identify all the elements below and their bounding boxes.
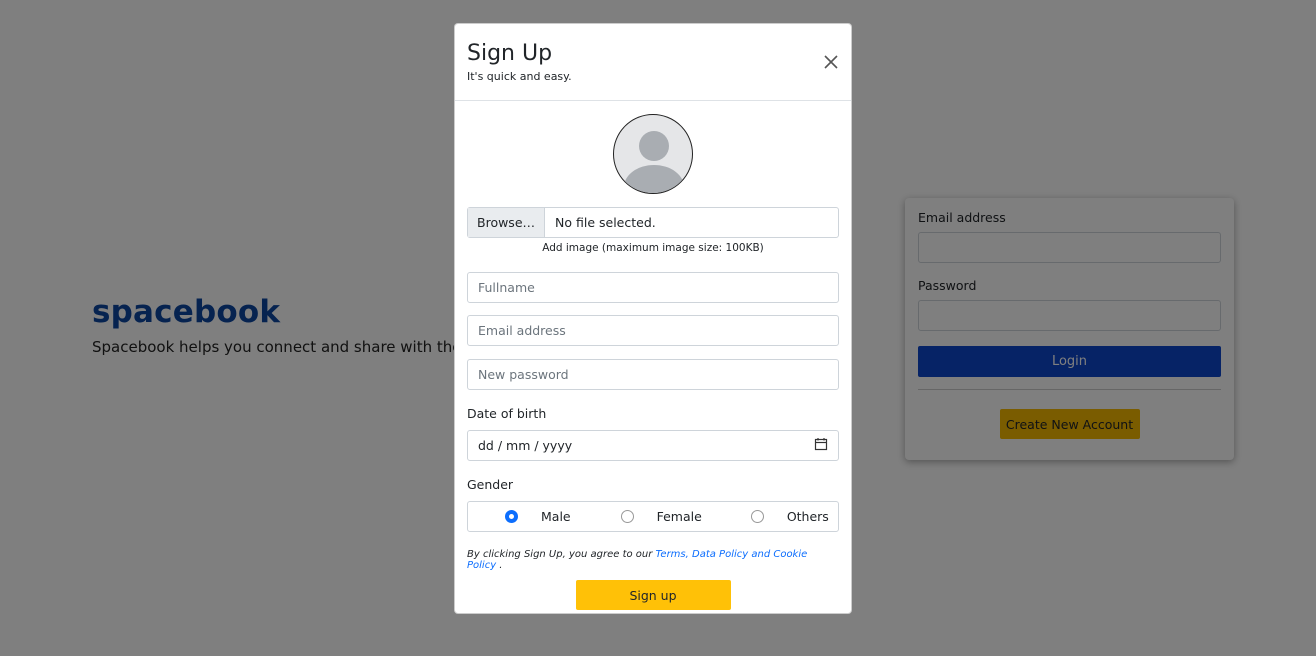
fullname-input[interactable]: Fullname xyxy=(467,272,839,303)
modal-title: Sign Up xyxy=(467,41,553,66)
gender-radio-male[interactable] xyxy=(505,510,518,523)
gender-radio-female[interactable] xyxy=(620,510,634,523)
modal-body: Browse… No file selected. Add image (max… xyxy=(455,101,851,623)
gender-radio-others[interactable] xyxy=(750,510,764,523)
fullname-placeholder: Fullname xyxy=(478,280,535,295)
terms-prefix: By clicking Sign Up, you agree to our xyxy=(467,549,656,560)
password-placeholder: New password xyxy=(478,367,569,382)
file-status: No file selected. xyxy=(555,215,656,230)
gender-label-female: Female xyxy=(656,509,702,524)
file-hint: Add image (maximum image size: 100KB) xyxy=(542,242,764,254)
email-placeholder: Email address xyxy=(478,323,566,338)
gender-label-male: Male xyxy=(541,509,571,524)
gender-label: Gender xyxy=(467,477,514,492)
browse-button[interactable]: Browse… xyxy=(468,208,546,237)
modal-header: Sign Up It's quick and easy. xyxy=(455,24,851,101)
close-icon[interactable] xyxy=(823,54,839,70)
dob-placeholder: dd / mm / yyyy xyxy=(478,438,573,453)
gender-label-others: Others xyxy=(786,509,829,524)
avatar-placeholder-icon[interactable] xyxy=(613,114,693,194)
gender-radio-group: Male Female Others xyxy=(467,501,839,532)
email-input[interactable]: Email address xyxy=(467,315,839,346)
calendar-icon[interactable] xyxy=(814,437,828,454)
signup-button[interactable]: Sign up xyxy=(575,580,731,610)
terms-text: By clicking Sign Up, you agree to our Te… xyxy=(467,549,839,571)
dob-input[interactable]: dd / mm / yyyy xyxy=(467,430,839,461)
file-input[interactable]: Browse… No file selected. xyxy=(467,207,839,238)
password-input[interactable]: New password xyxy=(467,359,839,390)
signup-modal: Sign Up It's quick and easy. Browse… No … xyxy=(454,23,852,614)
terms-suffix: . xyxy=(496,560,503,571)
modal-subtitle: It's quick and easy. xyxy=(467,70,572,83)
dob-label: Date of birth xyxy=(467,406,547,421)
